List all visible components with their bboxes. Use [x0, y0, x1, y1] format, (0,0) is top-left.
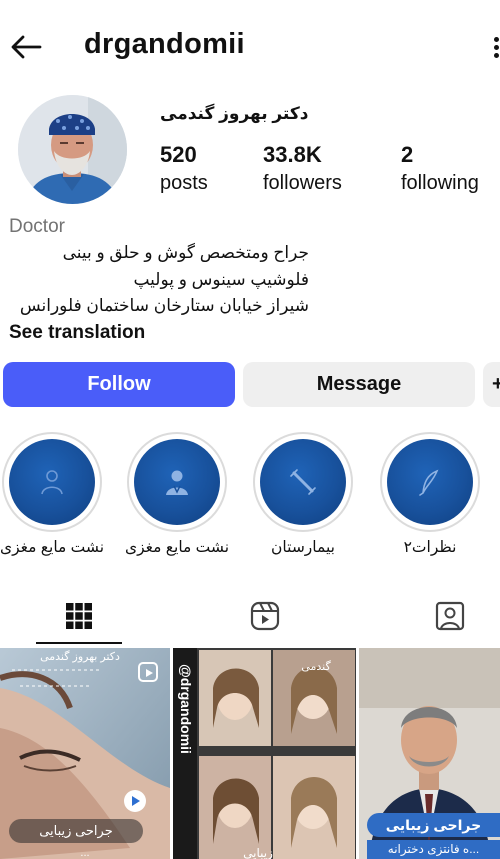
post-sub-caption: ...ه فانتزی دخترانه	[367, 840, 500, 859]
profile-bio: جراح ومتخصص گوش و حلق و بینی فلوشیپ سینو…	[9, 240, 309, 320]
quill-icon	[419, 469, 439, 496]
following-stat[interactable]: 2 following	[401, 142, 479, 195]
followers-stat[interactable]: 33.8K followers	[263, 142, 342, 195]
highlight-item[interactable]: نشت مایع مغزی	[0, 432, 104, 564]
profile-avatar[interactable]	[18, 95, 127, 204]
highlight-item[interactable]: بیمارستان	[253, 432, 353, 564]
post-caption: زیبایی	[243, 846, 273, 859]
tab-posts-grid[interactable]	[36, 590, 122, 642]
profile-tabs	[0, 590, 500, 645]
following-count: 2	[401, 142, 414, 167]
bio-line: شیراز خیابان ستارخان ساختمان فلورانس	[19, 296, 309, 315]
tagged-person-icon	[435, 601, 465, 631]
tab-reels[interactable]	[222, 590, 308, 642]
reel-badge-icon	[138, 662, 158, 682]
patient-icon	[41, 470, 63, 495]
highlight-cover	[260, 439, 346, 525]
post-caption: جراحی زیبایی	[9, 819, 143, 843]
tab-tagged[interactable]	[407, 590, 493, 642]
highlight-cover	[134, 439, 220, 525]
post-handle-text: @drgandomii	[178, 664, 194, 754]
followers-count: 33.8K	[263, 142, 322, 167]
posts-count: 520	[160, 142, 197, 167]
reels-icon	[250, 601, 280, 631]
following-label: following	[401, 172, 479, 194]
highlight-cover	[387, 439, 473, 525]
post-caption: جراحی زیبایی	[367, 813, 500, 837]
top-bar: drgandomii	[0, 0, 500, 92]
back-button[interactable]	[6, 30, 46, 64]
grid-post[interactable]: @drgandomii گندمی زیبایی	[173, 648, 356, 859]
grid-icon	[66, 603, 92, 629]
active-tab-indicator	[36, 642, 122, 644]
followers-label: followers	[263, 172, 342, 194]
highlight-item[interactable]: نظرات۲	[380, 432, 480, 564]
highlight-label: نظرات۲	[403, 539, 457, 556]
profile-category: Doctor	[9, 216, 65, 237]
message-button[interactable]: Message	[243, 362, 475, 407]
doctor-icon	[166, 470, 188, 495]
posts-grid: دکتر بهروز گندمی جراحی زیبایی ... @drgan…	[0, 648, 500, 859]
syringe-icon	[290, 469, 316, 495]
post-sub-caption: ...	[80, 847, 90, 859]
posts-stat[interactable]: 520 posts	[160, 142, 208, 195]
arrow-left-icon	[11, 35, 42, 59]
highlight-cover	[9, 439, 95, 525]
bio-line: جراح ومتخصص گوش و حلق و بینی	[62, 243, 309, 262]
profile-full-name: دکتر بهروز گندمی	[160, 104, 309, 123]
bio-line: فلوشیپ سینوس و پولیپ	[133, 269, 309, 289]
suggested-accounts-button[interactable]: +	[483, 362, 500, 407]
profile-username: drgandomii	[84, 28, 245, 60]
post-overlay-text: گندمی	[301, 661, 331, 673]
highlight-item[interactable]: نشت مایع مغزی	[125, 432, 229, 564]
see-translation-link[interactable]: See translation	[9, 322, 145, 344]
posts-label: posts	[160, 172, 208, 194]
post-overlay-text: دکتر بهروز گندمی	[40, 651, 120, 663]
follow-button[interactable]: Follow	[3, 362, 235, 407]
grid-post[interactable]: جراحی زیبایی ...ه فانتزی دخترانه	[359, 648, 500, 859]
play-icon	[124, 790, 146, 812]
more-options-icon[interactable]	[486, 32, 500, 62]
grid-post[interactable]: دکتر بهروز گندمی جراحی زیبایی ...	[0, 648, 170, 859]
